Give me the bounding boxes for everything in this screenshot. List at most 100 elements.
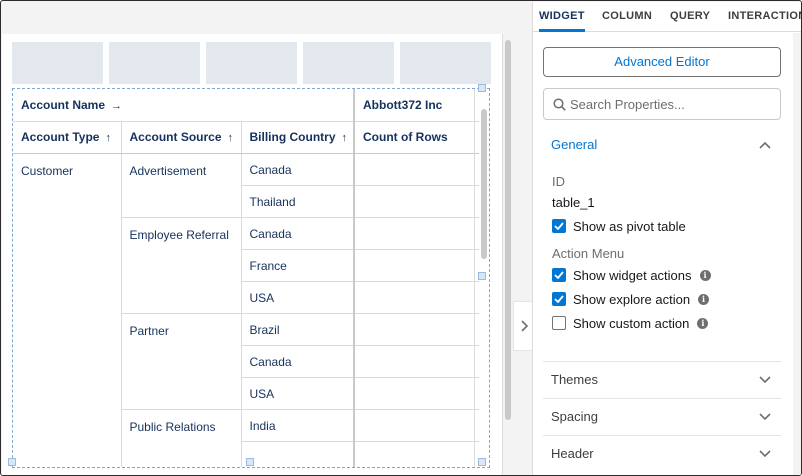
count-of-rows-header[interactable]: Count of Rows	[354, 121, 475, 154]
panel-body: Advanced Editor General ID table_1	[533, 33, 793, 475]
search-input[interactable]	[570, 95, 775, 114]
action-menu-label: Action Menu	[552, 246, 625, 261]
advanced-editor-button[interactable]: Advanced Editor	[543, 47, 781, 77]
chevron-down-icon	[759, 376, 771, 384]
resize-handle[interactable]	[478, 272, 486, 280]
canvas-scrollbar[interactable]	[502, 34, 512, 475]
sort-up-icon: ↑	[227, 132, 234, 144]
billing-country-cell: Canada	[241, 345, 355, 378]
show-widget-actions-checkbox[interactable]: Show widget actions i	[552, 267, 711, 283]
app-frame: Account Name → Abbott372 Inc Account Type…	[0, 0, 802, 476]
placeholder-widget[interactable]	[206, 42, 297, 84]
panel-tabs: WIDGET COLUMN QUERY INTERACTION	[533, 2, 801, 32]
show-pivot-table-checkbox[interactable]: Show as pivot table	[552, 218, 686, 234]
count-cell	[354, 377, 475, 410]
placeholder-widgets	[12, 42, 492, 84]
checkbox-checked[interactable]	[552, 292, 566, 306]
placeholder-widget[interactable]	[109, 42, 200, 84]
account-type-header[interactable]: Account Type ↑	[13, 121, 122, 154]
table-vscroll-thumb[interactable]	[481, 109, 487, 259]
resize-handle[interactable]	[478, 458, 486, 466]
check-icon	[554, 295, 564, 303]
section-general-header[interactable]: General	[543, 126, 781, 162]
placeholder-widget[interactable]	[400, 42, 491, 84]
info-icon[interactable]: i	[697, 317, 709, 329]
section-header-title: Header	[551, 446, 594, 461]
show-custom-action-checkbox[interactable]: Show custom action i	[552, 315, 709, 331]
check-icon	[554, 222, 564, 230]
checkbox-checked[interactable]	[552, 268, 566, 282]
id-label: ID	[552, 174, 565, 189]
section-spacing-title: Spacing	[551, 409, 598, 424]
billing-country-cell: Canada	[241, 153, 355, 186]
resize-handle[interactable]	[478, 84, 486, 92]
show-pivot-table-label: Show as pivot table	[573, 218, 686, 234]
placeholder-widget[interactable]	[303, 42, 394, 84]
account-source-cell: Public Relations	[121, 409, 242, 467]
placeholder-widget[interactable]	[12, 42, 103, 84]
account-type-cell: Customer	[13, 153, 122, 467]
count-cell	[354, 185, 475, 218]
count-cell	[354, 217, 475, 250]
count-cell	[354, 249, 475, 282]
count-cell	[354, 441, 475, 467]
collapse-panel-button[interactable]	[513, 301, 533, 351]
billing-country-cell: France	[241, 249, 355, 282]
resize-handle[interactable]	[246, 458, 254, 466]
billing-country-cell: Brazil	[241, 313, 355, 346]
arrow-right-icon: →	[111, 99, 123, 112]
tab-interaction[interactable]: INTERACTION	[728, 2, 801, 32]
properties-panel: WIDGET COLUMN QUERY INTERACTION Advanced…	[532, 2, 801, 475]
tab-query[interactable]: QUERY	[670, 2, 710, 32]
show-explore-action-checkbox[interactable]: Show explore action i	[552, 291, 710, 307]
show-custom-action-label: Show custom action	[573, 315, 690, 331]
account-source-header[interactable]: Account Source ↑	[121, 121, 242, 154]
account-source-cell: Advertisement	[121, 153, 242, 218]
check-icon	[554, 271, 564, 279]
billing-country-cell: India	[241, 409, 355, 442]
checkbox-unchecked[interactable]	[552, 316, 566, 330]
billing-country-cell: Canada	[241, 217, 355, 250]
search-properties[interactable]	[543, 88, 781, 120]
billing-country-cell: USA	[241, 377, 355, 410]
chevron-up-icon	[759, 141, 771, 149]
panel-scrollbar[interactable]	[793, 33, 801, 475]
chevron-down-icon	[759, 450, 771, 458]
checkbox-checked[interactable]	[552, 219, 566, 233]
info-icon[interactable]: i	[698, 293, 710, 305]
column-value-header[interactable]: Abbott372 Inc	[354, 89, 475, 122]
canvas-scrollbar-thumb[interactable]	[505, 40, 511, 420]
account-source-cell: Partner	[121, 313, 242, 410]
count-cell	[354, 345, 475, 378]
id-value[interactable]: table_1	[552, 195, 595, 210]
count-cell	[354, 313, 475, 346]
sort-up-icon: ↑	[105, 132, 111, 144]
pivot-table: Account Name → Abbott372 Inc Account Type…	[13, 89, 489, 467]
resize-handle[interactable]	[8, 458, 16, 466]
chevron-right-icon	[520, 320, 528, 332]
account-source-cell: Employee Referral	[121, 217, 242, 314]
billing-country-cell: USA	[241, 281, 355, 314]
table-widget[interactable]: Account Name → Abbott372 Inc Account Type…	[12, 88, 490, 468]
info-icon[interactable]: i	[699, 269, 711, 281]
billing-country-header[interactable]: Billing Country ↑	[241, 121, 355, 154]
billing-country-cell	[241, 441, 355, 467]
section-general-title: General	[551, 136, 598, 152]
tab-widget[interactable]: WIDGET	[539, 2, 585, 32]
row-dimension-header[interactable]: Account Name →	[13, 89, 355, 122]
count-cell	[354, 409, 475, 442]
section-spacing-header[interactable]: Spacing	[543, 398, 781, 434]
tab-column[interactable]: COLUMN	[602, 2, 652, 32]
search-icon	[553, 98, 566, 111]
canvas-body: Account Name → Abbott372 Inc Account Type…	[2, 34, 502, 475]
section-themes-title: Themes	[551, 372, 598, 387]
chevron-down-icon	[759, 413, 771, 421]
section-themes-header[interactable]: Themes	[543, 361, 781, 397]
billing-country-cell: Thailand	[241, 185, 355, 218]
section-header-header[interactable]: Header	[543, 435, 781, 471]
canvas-toolbar	[2, 2, 512, 32]
show-widget-actions-label: Show widget actions	[573, 267, 692, 283]
dashboard-canvas: Account Name → Abbott372 Inc Account Type…	[2, 2, 512, 475]
sort-up-icon: ↑	[341, 132, 348, 144]
count-cell	[354, 153, 475, 186]
